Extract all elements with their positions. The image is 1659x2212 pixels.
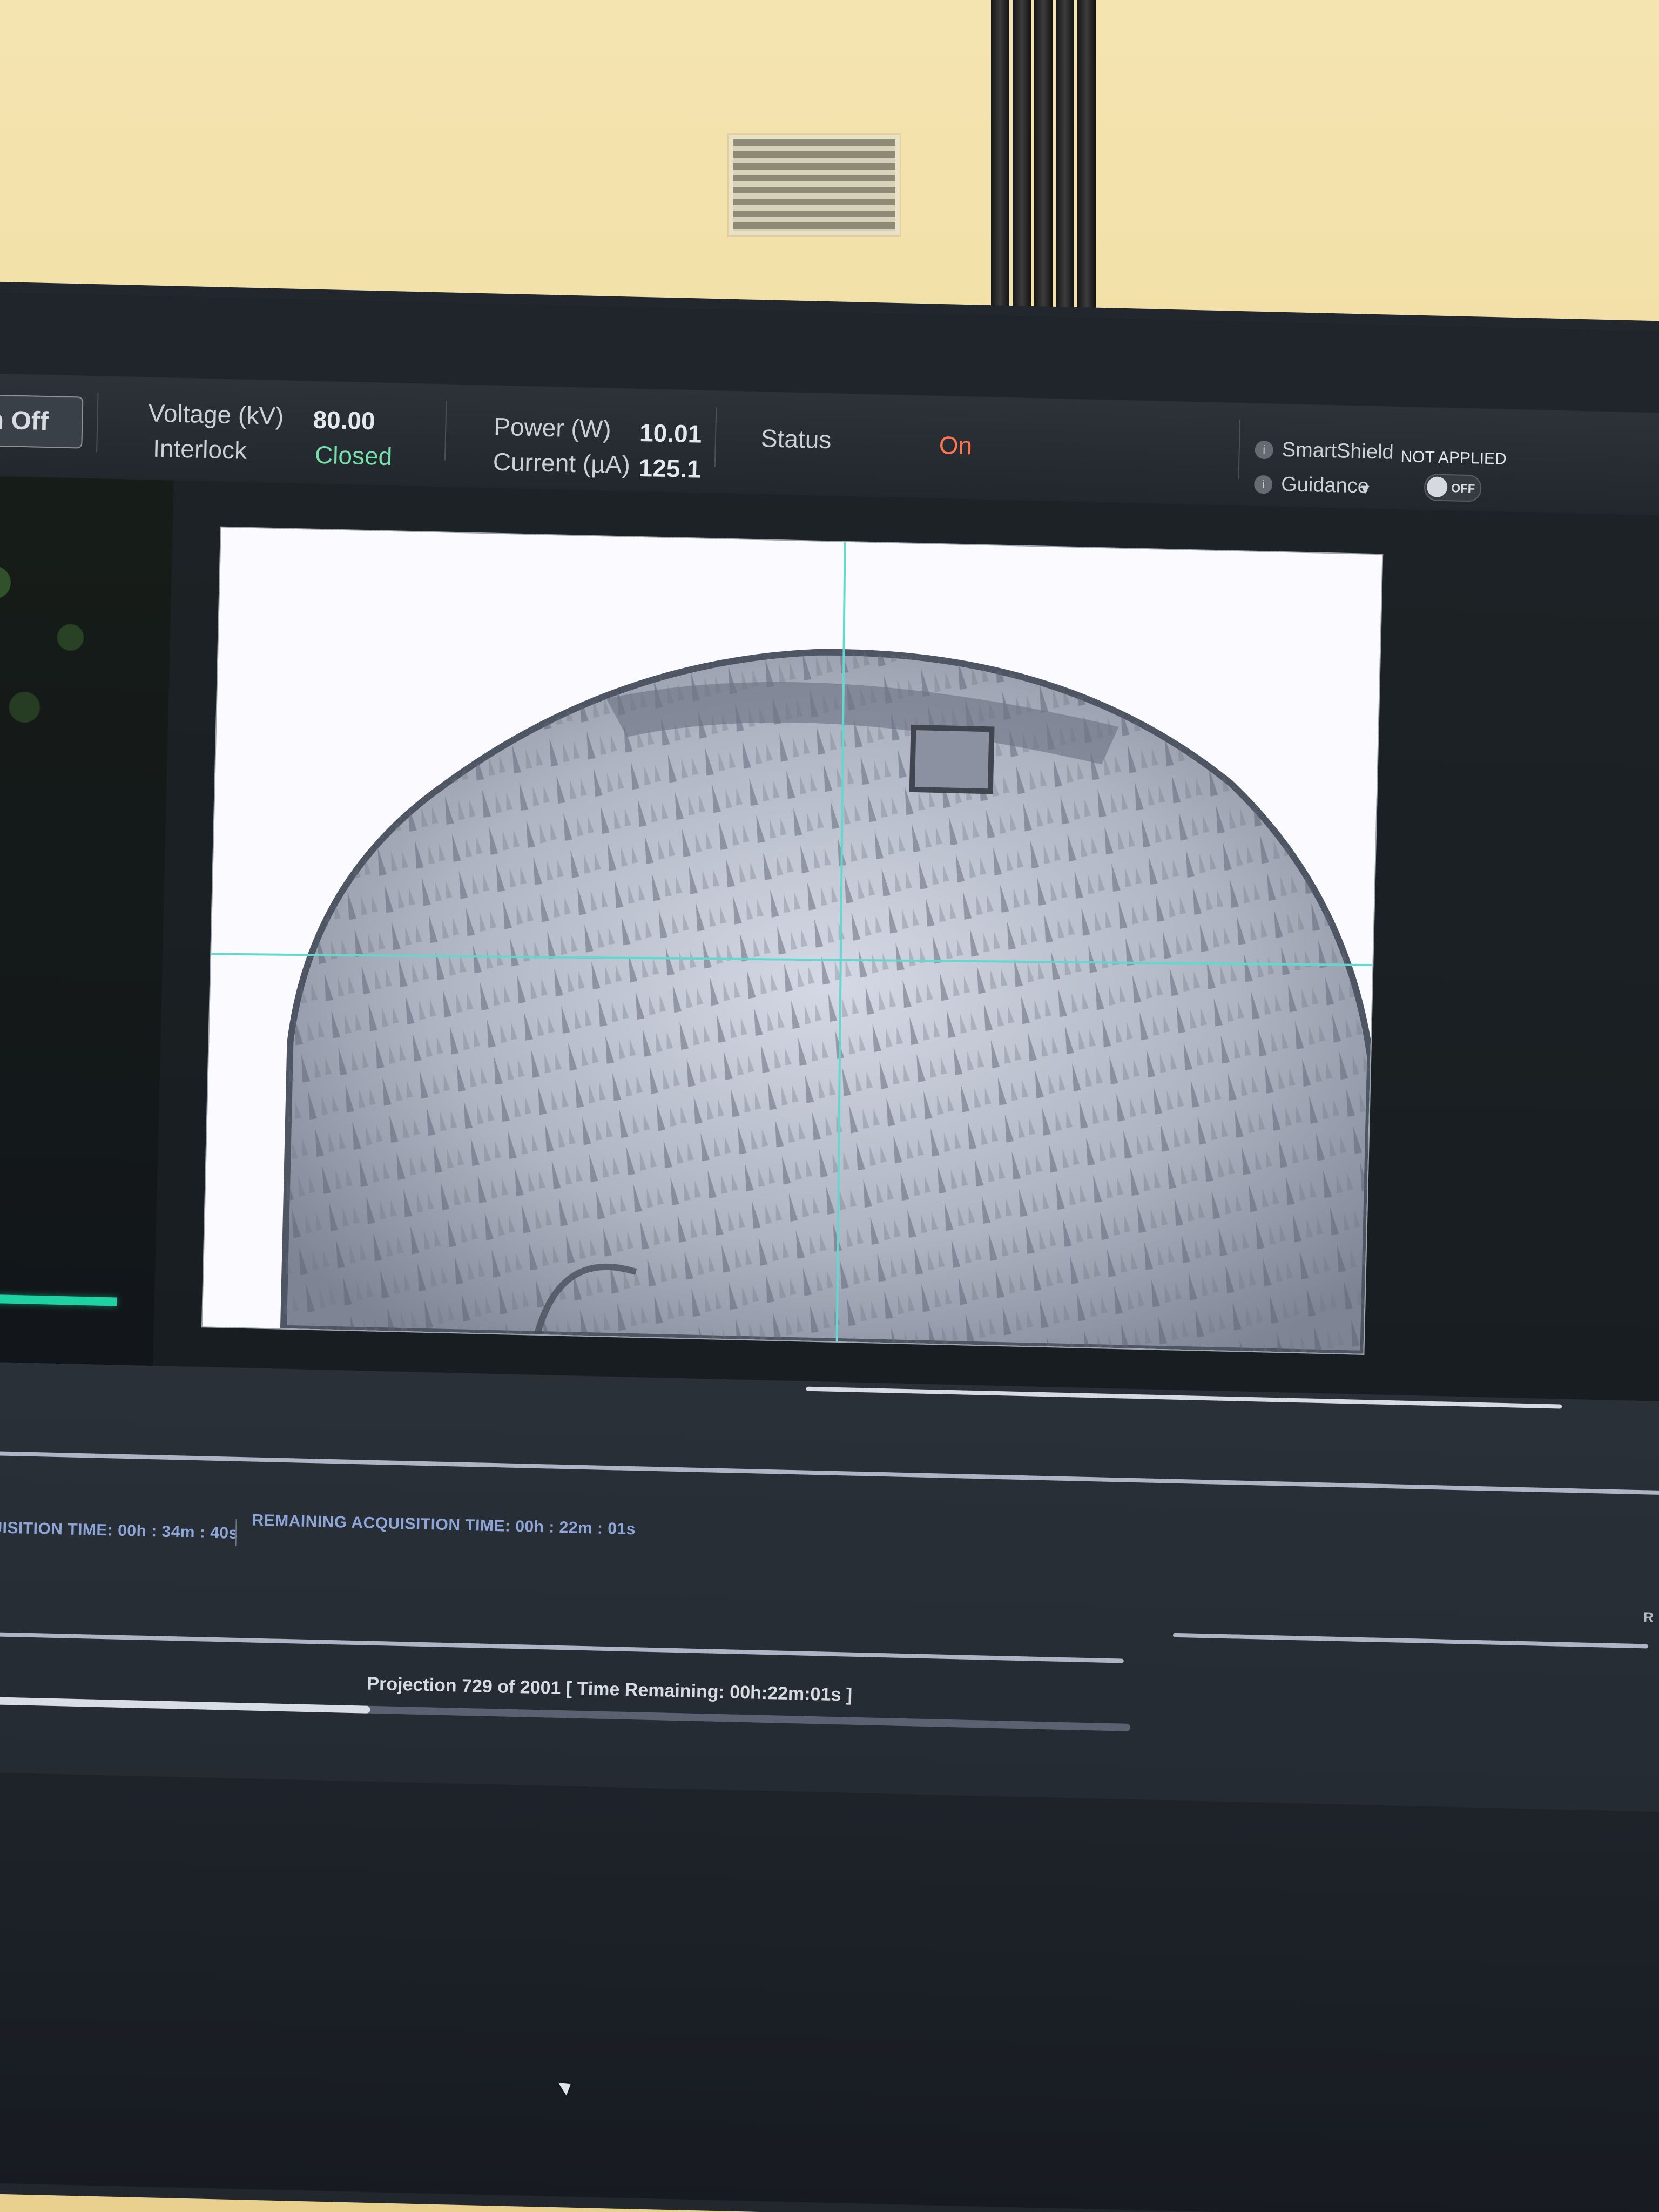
power-label: Power (W)	[493, 412, 612, 443]
voltage-label: Voltage (kV)	[148, 399, 284, 430]
sequence-line-right	[1172, 1633, 1648, 1649]
smartshield-state: NOT APPLIED	[1400, 448, 1507, 468]
status-label: Status	[760, 424, 832, 454]
smartshield-toggle[interactable]: OFF	[1424, 474, 1482, 502]
info-icon[interactable]: i	[1253, 475, 1273, 494]
photo-scene: n Off Voltage (kV) 80.00 Interlock Close…	[0, 0, 1659, 2212]
lower-workspace-panel	[0, 1771, 1659, 2212]
wall-vent	[729, 135, 900, 235]
current-value: 125.1	[638, 453, 702, 483]
toolbar-divider	[714, 407, 717, 467]
xray-projection-graphic	[202, 527, 1382, 1354]
voltage-value: 80.00	[312, 405, 376, 435]
lower-timeline-line	[0, 1449, 1659, 1495]
toggle-state: OFF	[1451, 481, 1475, 496]
projection-status-text: Projection 729 of 2001 [ Time Remaining:…	[367, 1673, 853, 1705]
monitor: n Off Voltage (kV) 80.00 Interlock Close…	[0, 292, 1659, 2212]
sequence-line	[0, 1631, 1124, 1663]
projection-progress-track	[0, 1696, 1131, 1731]
guidance-dropdown[interactable]: Guidance	[1281, 468, 1370, 503]
interlock-label: Interlock	[152, 434, 247, 464]
remaining-acquisition-time: REMAINING ACQUISITION TIME: 00h : 22m : …	[252, 1511, 636, 1539]
turn-off-button[interactable]: n Off	[0, 393, 84, 449]
ct-software-screen: n Off Voltage (kV) 80.00 Interlock Close…	[0, 292, 1659, 2212]
info-icon[interactable]: i	[1255, 440, 1274, 460]
acquisition-panel: AL ACQUISITION TIME: 00h : 34m : 40s REM…	[0, 1360, 1659, 1812]
status-value: On	[939, 430, 973, 460]
toggle-knob	[1426, 476, 1448, 498]
embedded-component	[909, 724, 995, 794]
total-acquisition-time: AL ACQUISITION TIME: 00h : 34m : 40s	[0, 1517, 239, 1542]
interlock-status: Closed	[314, 440, 393, 471]
projection-progress-fill	[0, 1696, 370, 1714]
chevron-down-icon[interactable]: ▼	[1358, 473, 1372, 505]
xray-projection-image	[202, 527, 1382, 1354]
toolbar-divider	[1238, 420, 1241, 480]
smartshield-label: SmartShield	[1282, 438, 1394, 464]
edge-label: R	[1643, 1609, 1654, 1626]
toolbar-divider	[96, 393, 99, 453]
left-preview-panel	[0, 475, 174, 1366]
current-label: Current (µA)	[493, 447, 631, 479]
toolbar-divider	[444, 401, 447, 461]
power-value: 10.01	[639, 418, 702, 448]
